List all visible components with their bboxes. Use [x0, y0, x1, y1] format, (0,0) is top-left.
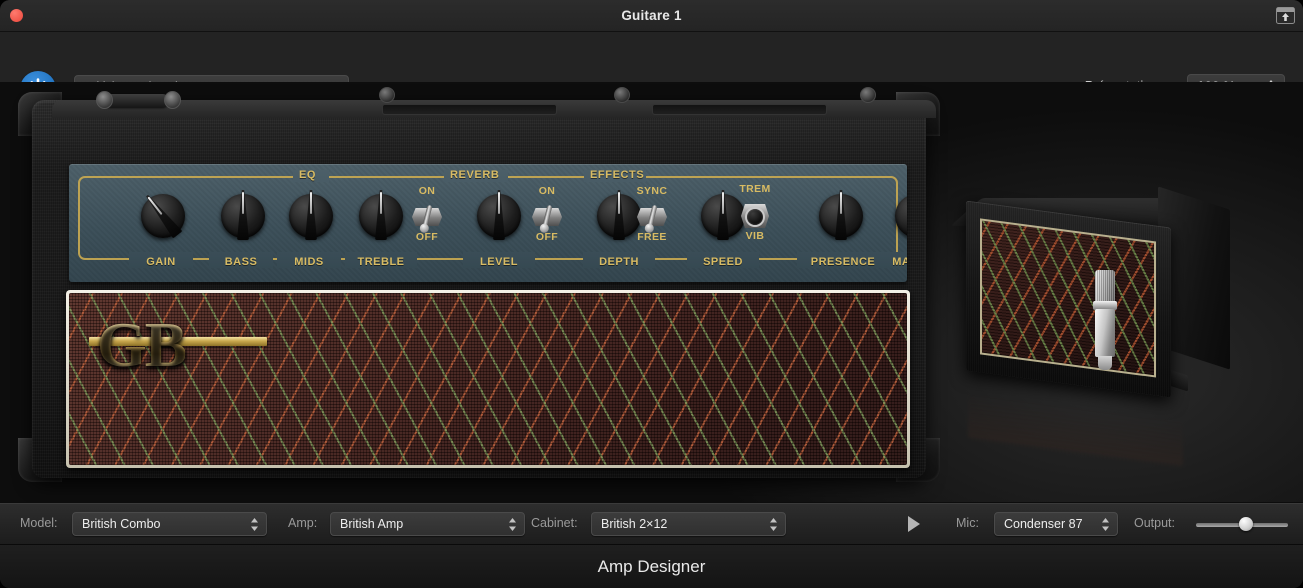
knob-label-depth: DEPTH [583, 256, 655, 268]
knob-indicator-line [310, 192, 312, 214]
knob-gain[interactable] [141, 194, 185, 238]
play-button[interactable] [908, 516, 920, 532]
knob-label-bass: BASS [209, 256, 273, 268]
plugin-header-bar: British Combo Clean Présentation : 100 % [0, 32, 1303, 82]
knob-indicator-line [242, 192, 244, 214]
cabinet-label: Cabinet: [531, 516, 578, 530]
knob-base [895, 194, 907, 238]
model-label: Model: [20, 516, 58, 530]
amp-head: EQ REVERB EFFECTS GAIN BASS MIDS TREBLE LEVE… [18, 86, 940, 486]
knob-level[interactable] [477, 194, 521, 238]
knob-indicator-line [498, 192, 500, 214]
section-label-effects: EFFECTS [590, 169, 644, 181]
microphone[interactable] [1092, 270, 1118, 370]
section-label-eq: EQ [299, 169, 316, 181]
amp-value: British Amp [340, 516, 403, 533]
knob-label-presence: PRESENCE [797, 256, 889, 268]
window-title: Guitare 1 [0, 0, 1303, 32]
up-down-stepper-icon [250, 517, 259, 532]
switch-label-top: SYNC [628, 185, 676, 197]
knob-pointer [491, 190, 507, 242]
mic-label: Mic: [956, 516, 979, 530]
cabinet-popup-menu[interactable]: British 2×12 [591, 512, 786, 536]
switch-label-top: ON [523, 185, 571, 197]
amp-cabinet-body: EQ REVERB EFFECTS GAIN BASS MIDS TREBLE LEVE… [32, 100, 926, 478]
amp-vent-slot [652, 104, 827, 115]
switch-sync-free[interactable]: SYNCFREE [637, 202, 667, 232]
detach-window-icon[interactable] [1276, 7, 1295, 24]
up-down-stepper-icon [508, 517, 517, 532]
amp-brand-logo: GB [97, 308, 185, 382]
amp-top-peg [379, 87, 395, 103]
amp-handle-mount [96, 91, 113, 109]
knob-indicator-line [840, 192, 842, 214]
knob-bass[interactable] [221, 194, 265, 238]
knob-label-master: MASTER [877, 256, 907, 268]
cabinet-grille-cloth [980, 218, 1156, 377]
knob-indicator-line [147, 197, 162, 215]
switch-trem-vib[interactable]: TREMVIB [741, 202, 769, 230]
amp-handle-mount [164, 91, 181, 109]
model-value: British Combo [82, 516, 161, 533]
title-bar: Guitare 1 [0, 0, 1303, 32]
microphone-base [1098, 356, 1112, 370]
switch-cap [747, 209, 763, 225]
knob-pointer [833, 190, 849, 242]
amp-top-peg [614, 87, 630, 103]
cabinet-front-face [966, 201, 1171, 398]
knob-pointer [235, 190, 251, 242]
knob-pointer [611, 190, 627, 242]
plugin-footer: Amp Designer [0, 544, 1303, 588]
knob-indicator-line [722, 192, 724, 214]
amp-vent-slot [382, 104, 557, 115]
output-slider-thumb[interactable] [1239, 517, 1253, 531]
mic-value: Condenser 87 [1004, 516, 1083, 533]
bottom-toolbar: Model: British Combo Amp: British Amp Ca… [0, 502, 1303, 544]
plugin-name: Amp Designer [0, 545, 1303, 588]
amp-popup-menu[interactable]: British Amp [330, 512, 525, 536]
switch-label-bottom: FREE [628, 231, 676, 243]
switch-label-bottom: OFF [403, 231, 451, 243]
knob-label-treble: TREBLE [345, 256, 417, 268]
knob-pointer [715, 190, 731, 242]
up-down-stepper-icon [1101, 517, 1110, 532]
switch-label-top: ON [403, 185, 451, 197]
knob-treble[interactable] [359, 194, 403, 238]
knob-label-speed: SPEED [687, 256, 759, 268]
up-down-stepper-icon [769, 517, 778, 532]
speaker-cabinet[interactable] [958, 192, 1258, 482]
knob-label-mids: MIDS [277, 256, 341, 268]
cabinet-value: British 2×12 [601, 516, 667, 533]
plugin-window: Guitare 1 British Combo Clean Présentati… [0, 0, 1303, 588]
knob-mids[interactable] [289, 194, 333, 238]
knob-indicator-line [380, 192, 382, 214]
switch-on-off[interactable]: ONOFF [412, 202, 442, 232]
amp-grille-frame: GB [66, 290, 910, 468]
switch-label-bottom: OFF [523, 231, 571, 243]
amp-top-rail [52, 100, 936, 118]
knob-presence[interactable] [819, 194, 863, 238]
section-label-reverb: REVERB [450, 169, 499, 181]
amp-grille-cloth: GB [69, 293, 907, 465]
output-label: Output: [1134, 516, 1175, 530]
switch-on-off[interactable]: ONOFF [532, 202, 562, 232]
knob-label-level: LEVEL [463, 256, 535, 268]
amp-stage: EQ REVERB EFFECTS GAIN BASS MIDS TREBLE LEVE… [0, 82, 1303, 502]
knob-pointer [303, 190, 319, 242]
amp-top-peg [860, 87, 876, 103]
knob-master[interactable] [895, 194, 907, 238]
amp-control-panel: EQ REVERB EFFECTS GAIN BASS MIDS TREBLE LEVE… [69, 164, 907, 282]
microphone-body [1095, 309, 1115, 357]
up-arrow-glyph [1281, 12, 1290, 22]
switch-label-bottom: VIB [731, 230, 779, 242]
switch-label-top: TREM [731, 183, 779, 195]
knob-indicator-line [618, 192, 620, 214]
mic-popup-menu[interactable]: Condenser 87 [994, 512, 1118, 536]
output-slider[interactable] [1196, 522, 1288, 527]
model-popup-menu[interactable]: British Combo [72, 512, 267, 536]
amp-label: Amp: [288, 516, 317, 530]
knob-pointer [373, 190, 389, 242]
knob-label-gain: GAIN [129, 256, 193, 268]
microphone-head-icon [1095, 270, 1115, 303]
